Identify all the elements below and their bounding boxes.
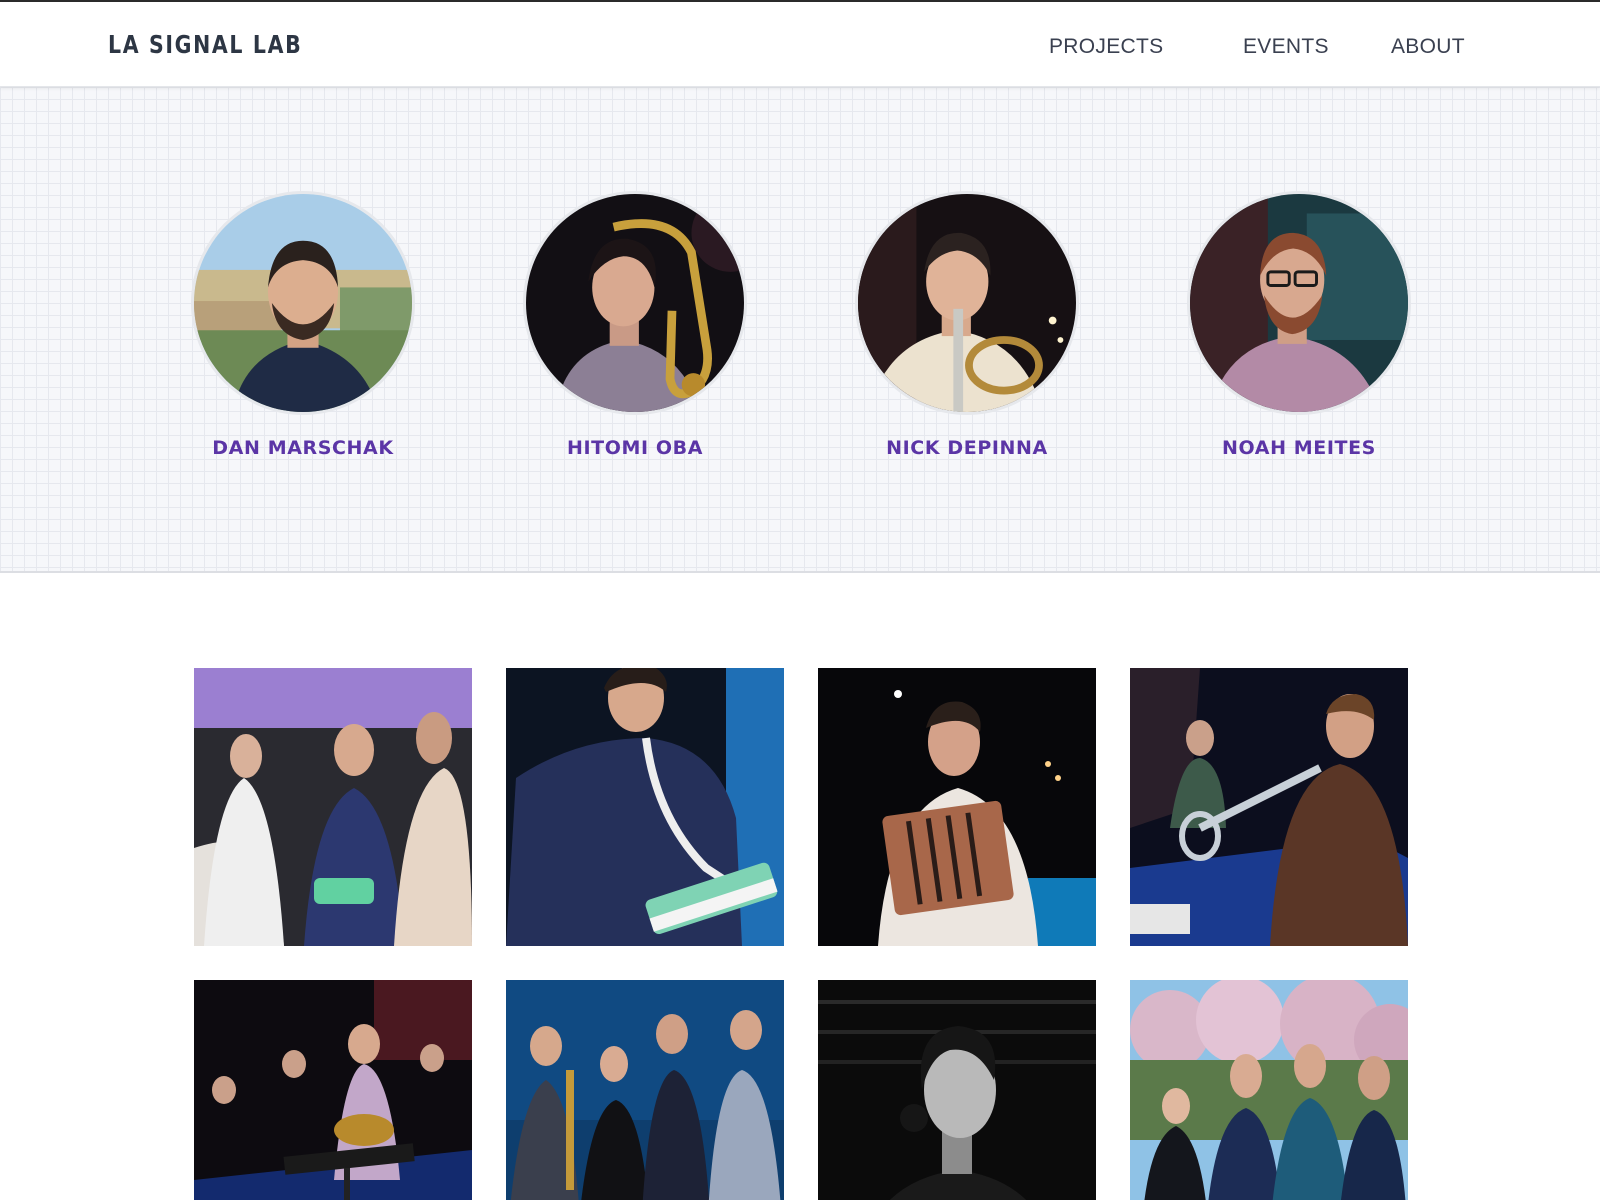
gallery-photo[interactable] [1130, 980, 1408, 1200]
member-photo-link[interactable] [523, 191, 747, 415]
gallery-photo[interactable] [194, 980, 472, 1200]
member-portrait-image [526, 194, 744, 412]
member-portrait-image [858, 194, 1076, 412]
gallery-image [1130, 668, 1408, 946]
members-section: DAN MARSCHAK HITOMI OBA NICK DEPINNA NOA… [0, 87, 1600, 573]
member-photo-link[interactable] [855, 191, 1079, 415]
member-photo-link[interactable] [191, 191, 415, 415]
gallery-photo[interactable] [506, 668, 784, 946]
photo-gallery [0, 573, 1600, 1200]
member-name-link[interactable]: NICK DEPINNA [847, 437, 1087, 459]
nav-link-projects[interactable]: PROJECTS [1049, 35, 1163, 59]
nav-link-about[interactable]: ABOUT [1391, 35, 1465, 59]
member-card: DAN MARSCHAK [183, 191, 423, 459]
gallery-image [506, 980, 784, 1200]
member-card: NICK DEPINNA [847, 191, 1087, 459]
member-name-link[interactable]: DAN MARSCHAK [183, 437, 423, 459]
gallery-image [818, 668, 1096, 946]
member-name-link[interactable]: NOAH MEITES [1179, 437, 1419, 459]
gallery-photo[interactable] [1130, 668, 1408, 946]
gallery-image [194, 980, 472, 1200]
page: LA SIGNAL LAB PROJECTS EVENTS ABOUT DAN … [0, 0, 1600, 1200]
gallery-image [506, 668, 784, 946]
gallery-image [194, 668, 472, 946]
site-logo-link[interactable]: LA SIGNAL LAB [108, 30, 302, 59]
member-card: NOAH MEITES [1179, 191, 1419, 459]
gallery-image [818, 980, 1096, 1200]
nav-link-events[interactable]: EVENTS [1243, 35, 1329, 59]
site-header: LA SIGNAL LAB PROJECTS EVENTS ABOUT [0, 2, 1600, 87]
gallery-image [1130, 980, 1408, 1200]
member-name-link[interactable]: HITOMI OBA [515, 437, 755, 459]
gallery-photo[interactable] [818, 980, 1096, 1200]
member-portrait-image [1190, 194, 1408, 412]
member-photo-link[interactable] [1187, 191, 1411, 415]
gallery-photo[interactable] [818, 668, 1096, 946]
member-portrait-image [194, 194, 412, 412]
gallery-photo[interactable] [506, 980, 784, 1200]
gallery-photo[interactable] [194, 668, 472, 946]
member-card: HITOMI OBA [515, 191, 755, 459]
